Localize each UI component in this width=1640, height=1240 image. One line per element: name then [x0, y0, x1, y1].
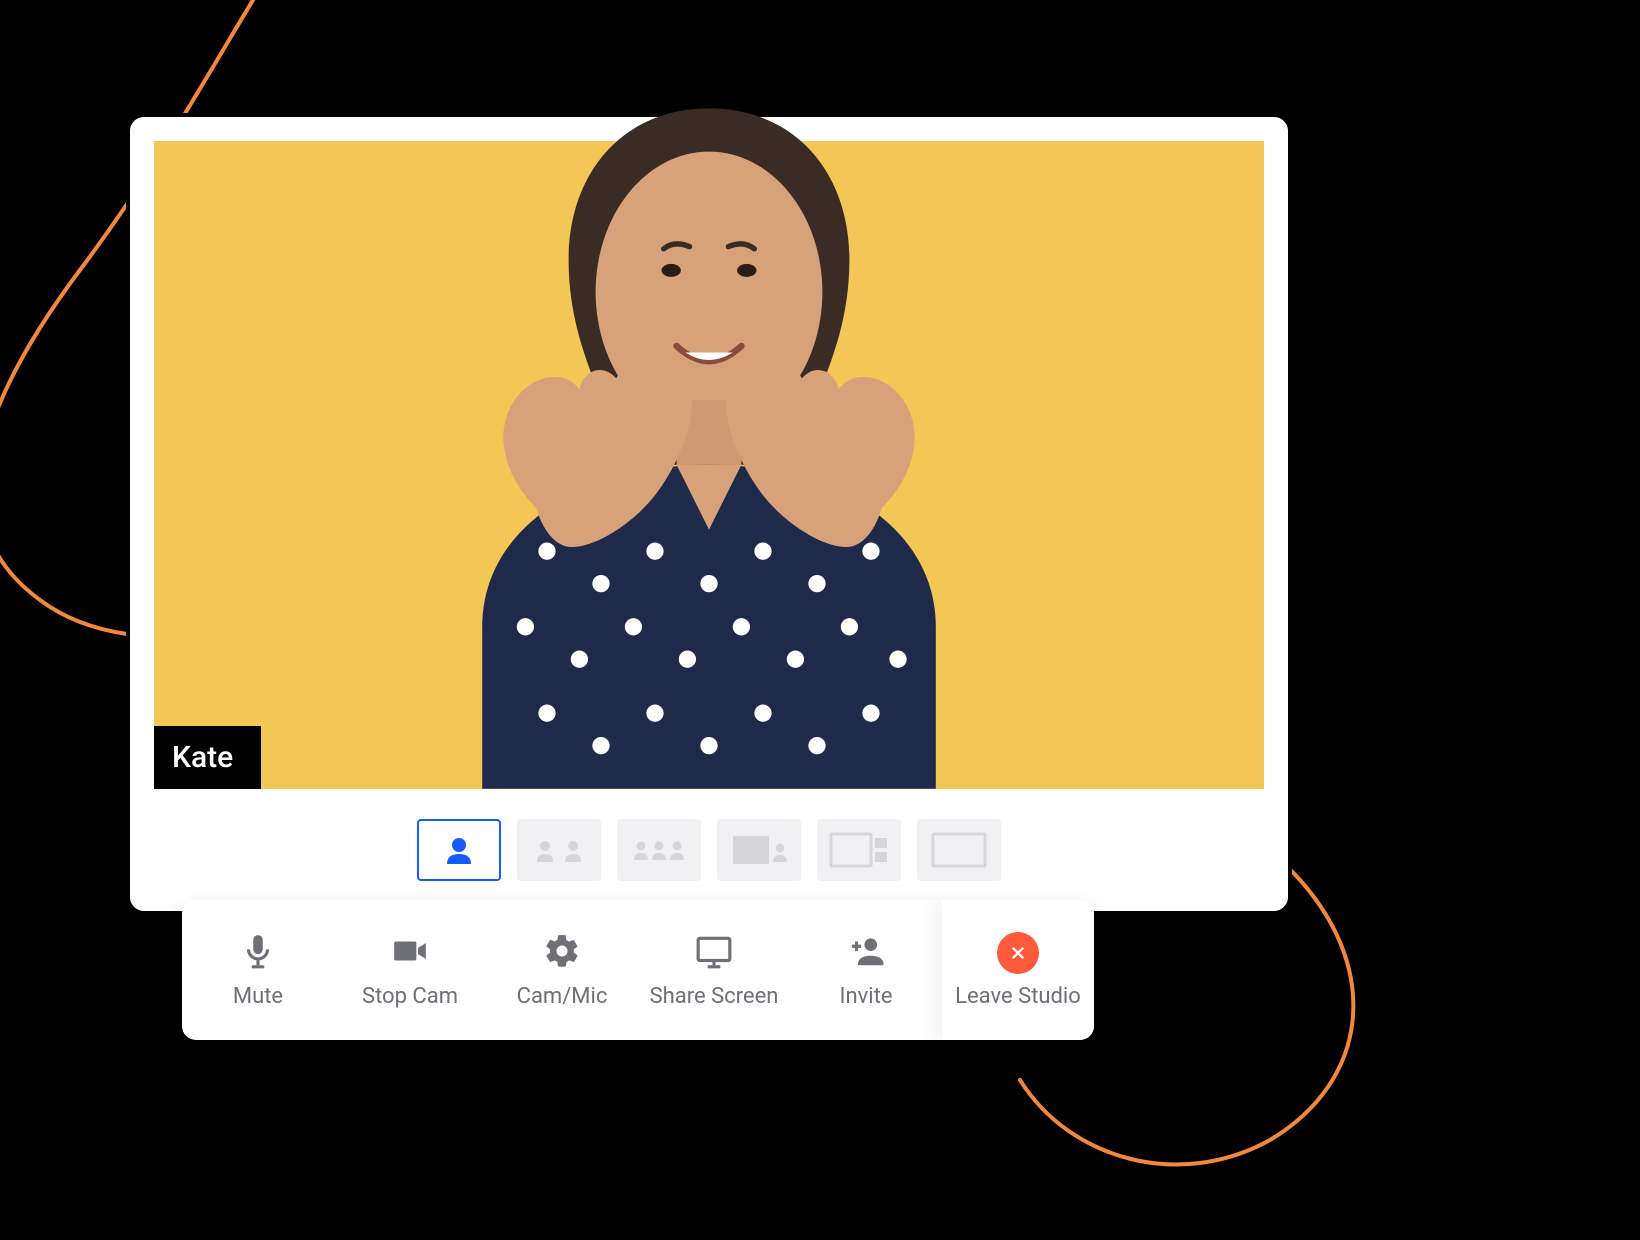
add-user-icon: [847, 932, 885, 974]
video-feed: Kate: [154, 141, 1264, 789]
layout-screen-small-thumb[interactable]: [717, 819, 801, 881]
stop-cam-label: Stop Cam: [362, 984, 458, 1009]
layout-three-up[interactable]: [617, 819, 701, 881]
cam-mic-label: Cam/Mic: [517, 984, 608, 1009]
invite-button[interactable]: Invite: [790, 900, 942, 1040]
participant-name-tag: Kate: [154, 726, 261, 789]
leave-studio-button[interactable]: Leave Studio: [942, 900, 1094, 1040]
leave-label: Leave Studio: [955, 984, 1081, 1009]
share-screen-button[interactable]: Share Screen: [638, 900, 790, 1040]
layout-picker: [130, 819, 1288, 881]
gear-icon: [543, 932, 581, 974]
control-toolbar: Mute Stop Cam Cam/Mic Share Screen Invit…: [182, 900, 1094, 1040]
layout-two-up[interactable]: [517, 819, 601, 881]
share-screen-label: Share Screen: [650, 984, 779, 1009]
mute-button[interactable]: Mute: [182, 900, 334, 1040]
microphone-icon: [239, 932, 277, 974]
layout-screen-full-thumb[interactable]: [917, 819, 1001, 881]
stop-cam-button[interactable]: Stop Cam: [334, 900, 486, 1040]
layout-screen-side-thumb[interactable]: [817, 819, 901, 881]
mute-label: Mute: [233, 984, 283, 1009]
cam-mic-settings-button[interactable]: Cam/Mic: [486, 900, 638, 1040]
participant-name: Kate: [172, 740, 233, 775]
layout-single[interactable]: [417, 819, 501, 881]
camera-icon: [391, 932, 429, 974]
screen-share-icon: [695, 932, 733, 974]
close-icon: [997, 932, 1039, 974]
invite-label: Invite: [839, 984, 892, 1009]
video-window: Kate: [126, 113, 1292, 915]
participant-video: [293, 76, 1126, 789]
